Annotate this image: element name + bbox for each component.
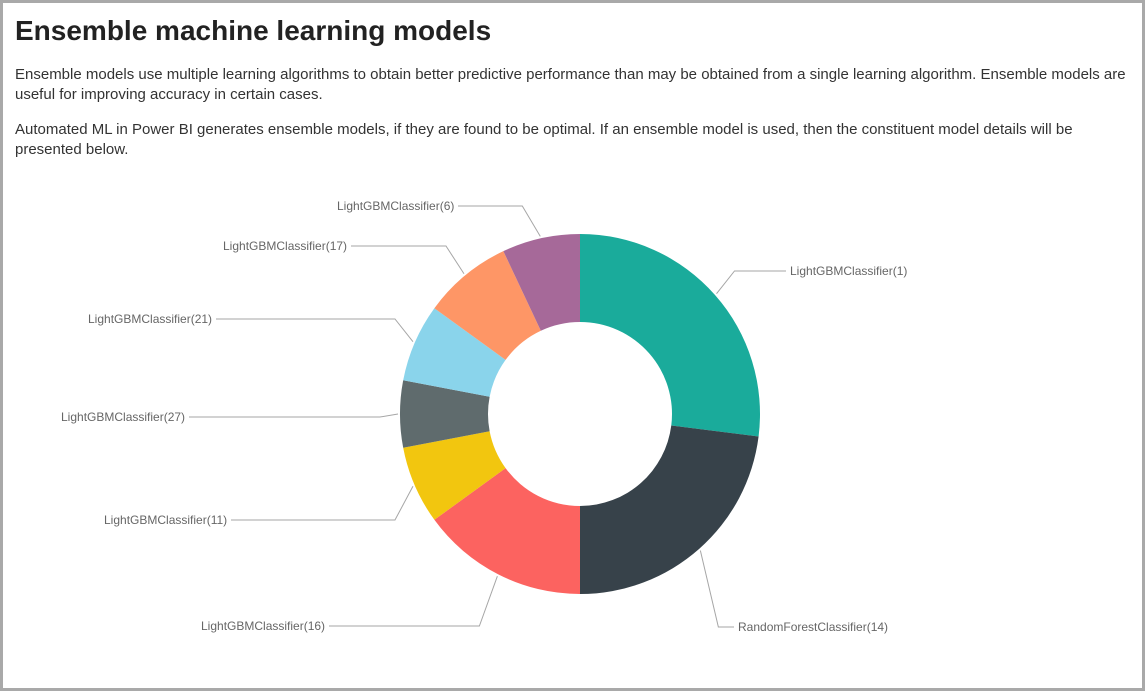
intro-paragraph-2: Automated ML in Power BI generates ensem…: [15, 120, 1130, 161]
page-title: Ensemble machine learning models: [15, 15, 1130, 47]
leader-line: [216, 319, 413, 342]
slice-label: LightGBMClassifier(16): [201, 619, 325, 633]
donut-svg: [395, 194, 765, 634]
leader-line: [189, 414, 398, 417]
slice-label: LightGBMClassifier(11): [104, 513, 227, 527]
slice-label: LightGBMClassifier(1): [790, 264, 907, 278]
donut-chart: LightGBMClassifier(1) RandomForestClassif…: [15, 174, 1130, 664]
donut-slice[interactable]: [580, 234, 760, 437]
slice-label: LightGBMClassifier(6): [337, 199, 454, 213]
intro-paragraph-1: Ensemble models use multiple learning al…: [15, 65, 1130, 106]
page-container: Ensemble machine learning models Ensembl…: [3, 3, 1142, 688]
slice-label: LightGBMClassifier(17): [223, 239, 347, 253]
slice-label: RandomForestClassifier(14): [738, 620, 888, 634]
slice-label: LightGBMClassifier(27): [61, 410, 185, 424]
slice-label: LightGBMClassifier(21): [88, 312, 212, 326]
leader-line: [231, 486, 413, 520]
donut-slice[interactable]: [580, 426, 759, 594]
